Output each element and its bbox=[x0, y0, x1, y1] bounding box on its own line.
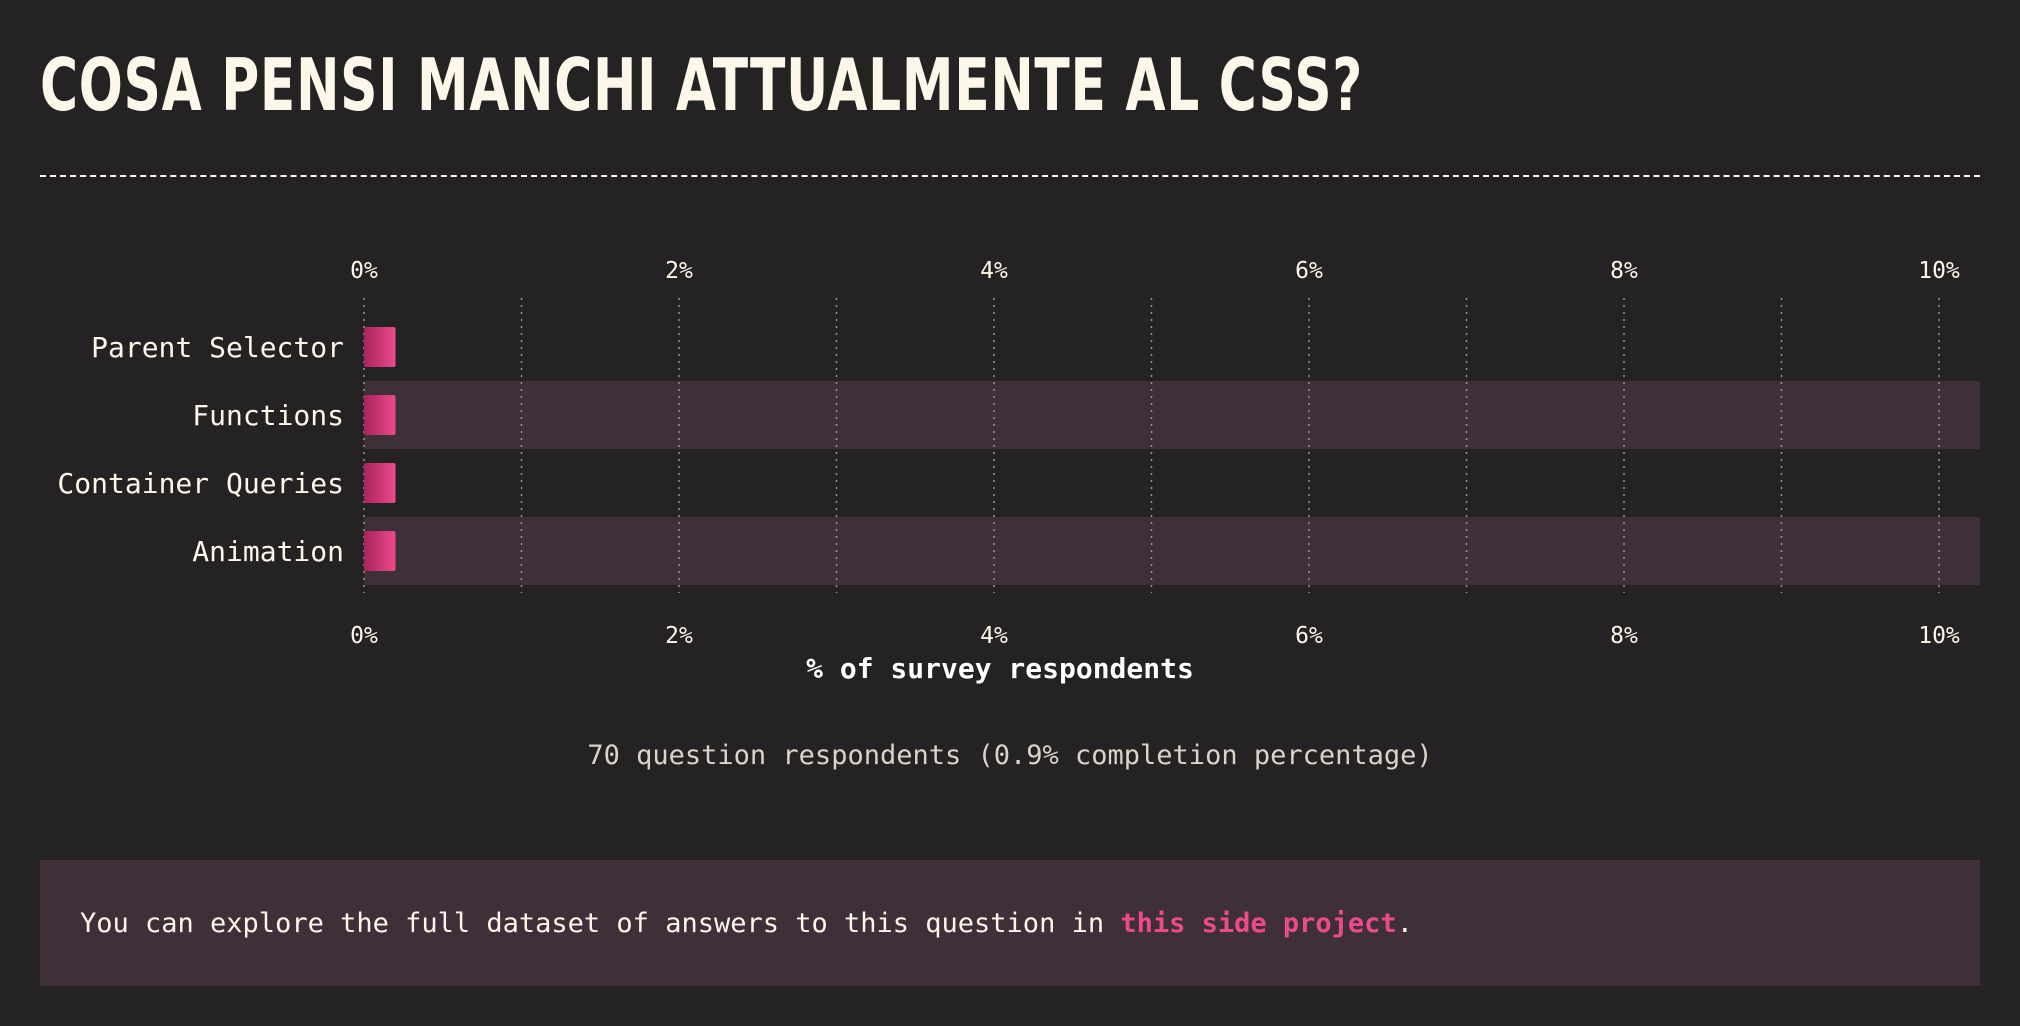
category-label: Animation bbox=[192, 535, 344, 568]
note-text: You can explore the full dataset of answ… bbox=[80, 908, 1413, 939]
x-tick-label-bottom: 6% bbox=[1295, 623, 1323, 649]
x-tick-label-top: 8% bbox=[1610, 258, 1638, 284]
bar-parent-selector bbox=[364, 327, 396, 367]
x-tick-label-top: 2% bbox=[665, 258, 693, 284]
bar-animation bbox=[364, 531, 396, 571]
category-label: Container Queries bbox=[57, 467, 344, 500]
page-title: COSA PENSI MANCHI ATTUALMENTE AL CSS? bbox=[40, 43, 1364, 127]
x-tick-label-bottom: 2% bbox=[665, 623, 693, 649]
side-project-link[interactable]: this side project bbox=[1120, 908, 1396, 939]
row-band bbox=[364, 381, 1980, 449]
x-tick-label-bottom: 10% bbox=[1918, 623, 1960, 649]
category-label: Functions bbox=[192, 399, 344, 432]
x-axis-title: % of survey respondents bbox=[806, 652, 1194, 685]
note-text-before: You can explore the full dataset of answ… bbox=[80, 907, 1121, 939]
title-divider bbox=[40, 175, 1980, 177]
bar-functions bbox=[364, 395, 396, 435]
note-text-after: . bbox=[1396, 907, 1413, 939]
x-tick-label-top: 10% bbox=[1918, 258, 1960, 284]
x-tick-label-bottom: 8% bbox=[1610, 623, 1638, 649]
x-tick-label-top: 0% bbox=[350, 258, 378, 284]
x-tick-label-bottom: 0% bbox=[350, 623, 378, 649]
bar-container-queries bbox=[364, 463, 396, 503]
category-label: Parent Selector bbox=[91, 331, 344, 364]
respondents-count: 70 question respondents (0.9% completion… bbox=[587, 740, 1433, 771]
bar-chart: Parent Selector Functions Container Querie… bbox=[57, 258, 1980, 685]
dataset-note: You can explore the full dataset of answ… bbox=[40, 860, 1980, 986]
row-band bbox=[364, 517, 1980, 585]
x-tick-label-top: 4% bbox=[980, 258, 1008, 284]
x-tick-label-top: 6% bbox=[1295, 258, 1323, 284]
x-tick-label-bottom: 4% bbox=[980, 623, 1008, 649]
